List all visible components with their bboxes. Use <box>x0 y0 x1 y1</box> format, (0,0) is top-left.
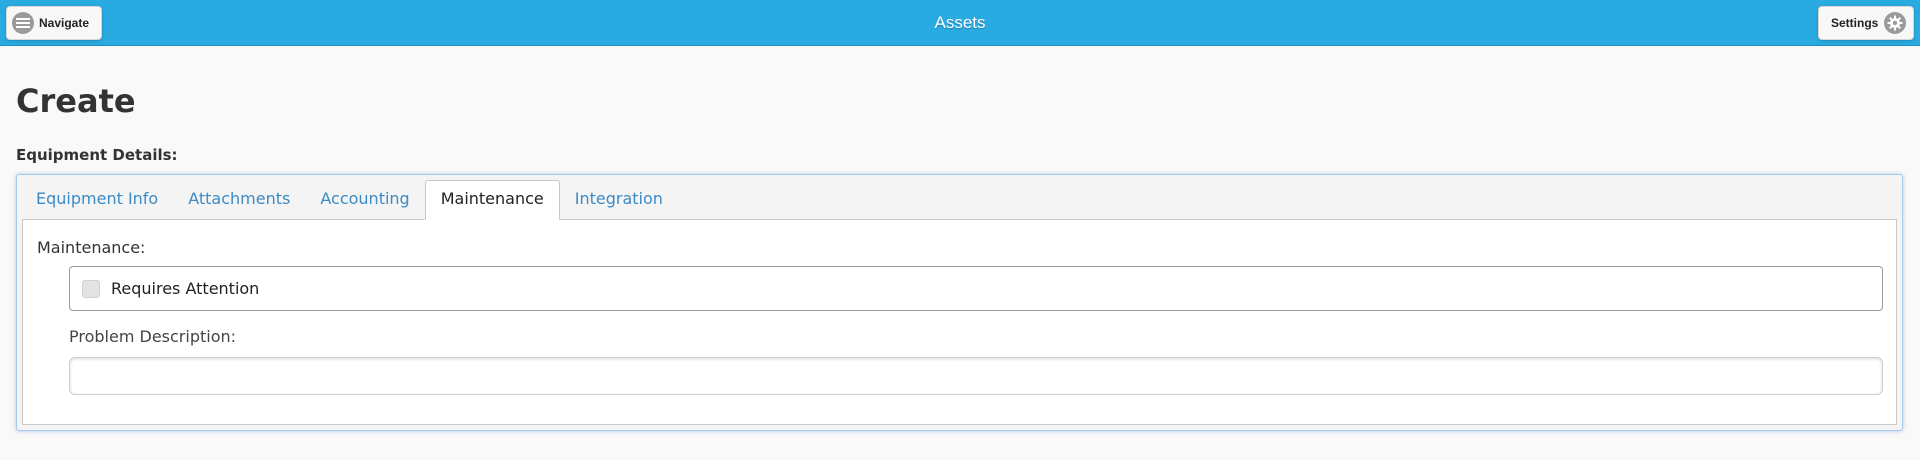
tab-equipment-info[interactable]: Equipment Info <box>21 180 173 218</box>
requires-attention-label: Requires Attention <box>111 279 260 298</box>
page-title: Create <box>16 82 136 120</box>
requires-attention-checkbox[interactable] <box>82 279 100 298</box>
settings-button[interactable]: Settings <box>1818 6 1914 40</box>
tab-accounting[interactable]: Accounting <box>305 180 424 218</box>
tab-integration[interactable]: Integration <box>560 180 678 218</box>
gear-icon <box>1884 12 1907 34</box>
tab-attachments[interactable]: Attachments <box>173 180 305 218</box>
problem-description-input[interactable] <box>69 357 1883 395</box>
hamburger-menu-icon <box>12 12 34 34</box>
equipment-details-label: Equipment Details: <box>16 146 178 164</box>
settings-button-label: Settings <box>1831 16 1879 30</box>
tab-maintenance[interactable]: Maintenance <box>424 180 560 220</box>
header-title: Assets <box>934 13 986 32</box>
tab-bar: Equipment Info Attachments Accounting Ma… <box>21 180 678 220</box>
maintenance-tab-content: Maintenance: Requires Attention Problem … <box>22 219 1897 425</box>
requires-attention-field[interactable]: Requires Attention <box>69 266 1883 311</box>
equipment-details-panel: Equipment Info Attachments Accounting Ma… <box>16 174 1903 431</box>
top-header-bar: Assets Navigate Settings <box>0 0 1920 46</box>
maintenance-label: Maintenance: <box>37 238 146 257</box>
navigate-button[interactable]: Navigate <box>6 6 102 40</box>
navigate-button-label: Navigate <box>39 16 90 30</box>
problem-description-label: Problem Description: <box>69 327 237 346</box>
